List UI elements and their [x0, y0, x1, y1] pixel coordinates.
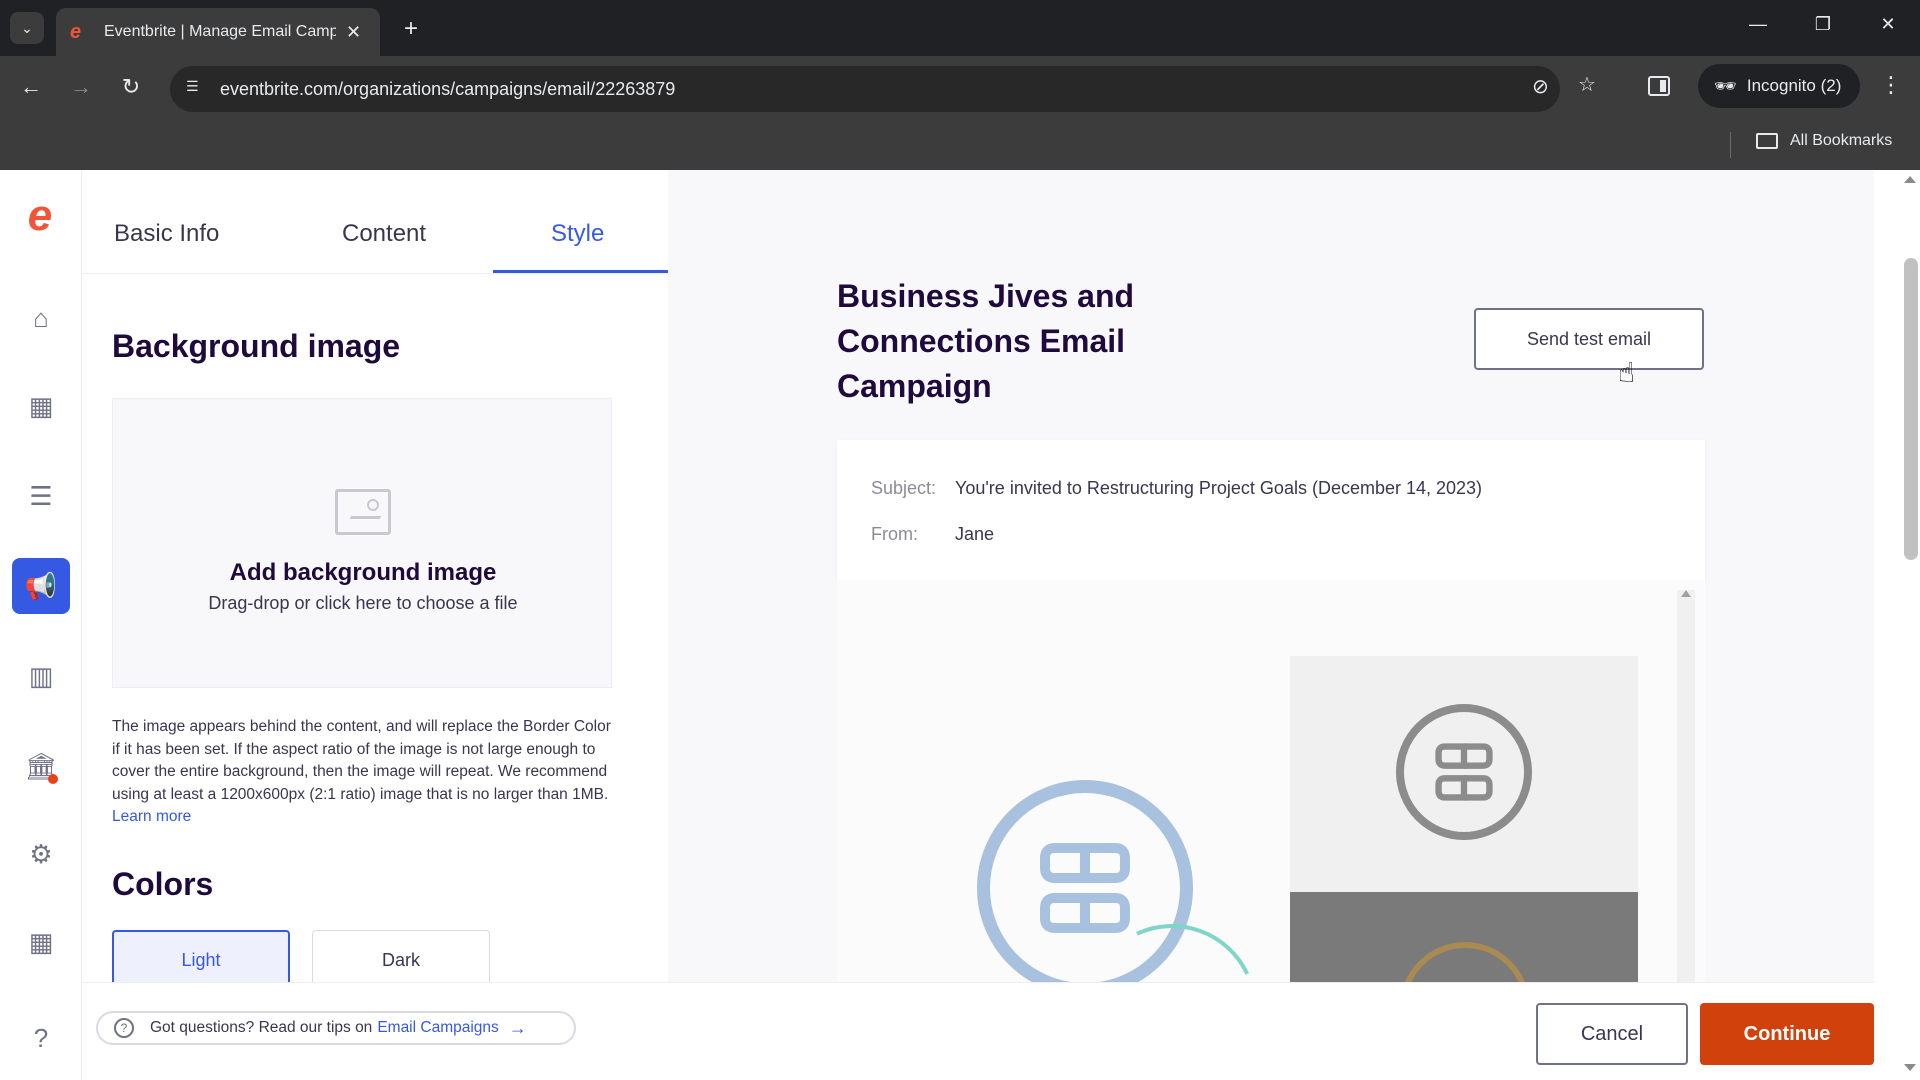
- folder-icon: [1756, 133, 1778, 149]
- window-close-icon[interactable]: ✕: [1873, 14, 1903, 35]
- tab-title: Eventbrite | Manage Email Campaigns: [104, 23, 336, 40]
- from-label: From:: [871, 524, 918, 544]
- subject-value: You're invited to Restructuring Project …: [955, 478, 1483, 498]
- color-light-button[interactable]: Light: [112, 930, 290, 982]
- from-value: Jane: [955, 524, 995, 544]
- site-info-icon[interactable]: ☰: [186, 78, 208, 100]
- background-image-heading: Background image: [112, 328, 401, 364]
- restore-icon[interactable]: ❐: [1808, 14, 1838, 35]
- style-panel: Basic Info Content Style Background imag…: [82, 170, 668, 982]
- close-icon[interactable]: ✕: [346, 22, 361, 43]
- bookmarks-bar: All Bookmarks: [0, 122, 1920, 170]
- tips-text: Got questions? Read our tips on: [150, 1019, 373, 1036]
- bookmarks-divider: [1730, 132, 1731, 158]
- colors-heading: Colors: [112, 866, 214, 902]
- home-icon[interactable]: ⌂: [12, 290, 70, 346]
- tab-content[interactable]: Content: [342, 220, 426, 248]
- incognito-label: Incognito (2): [1746, 76, 1842, 95]
- step-tabs: Basic Info Content Style: [82, 170, 668, 274]
- cancel-button[interactable]: Cancel: [1536, 1003, 1688, 1065]
- brand-logo-small: [1396, 704, 1532, 840]
- forward-icon[interactable]: →: [66, 74, 96, 100]
- dropzone-title: Add background image: [229, 559, 497, 586]
- continue-button[interactable]: Continue: [1700, 1003, 1874, 1065]
- learn-more-link[interactable]: Learn more: [112, 808, 191, 825]
- eventbrite-logo[interactable]: e: [20, 194, 60, 238]
- tab-list-icon[interactable]: ⌄: [10, 12, 44, 44]
- arrow-right-icon: →: [508, 1017, 527, 1038]
- reports-icon[interactable]: ▥: [12, 648, 70, 704]
- subject-label: Subject:: [871, 478, 937, 498]
- url-text[interactable]: eventbrite.com/organizations/campaigns/e…: [220, 79, 675, 100]
- active-tab-indicator: [493, 270, 668, 273]
- brand-card-light: [1290, 656, 1638, 892]
- action-footer: ? Got questions? Read our tips on Email …: [82, 982, 1874, 1080]
- brand-card-dark: [1290, 892, 1638, 982]
- more-icon[interactable]: ⋮: [1880, 72, 1902, 98]
- calendar-icon[interactable]: ▦: [12, 378, 70, 434]
- address-bar[interactable]: ☰ eventbrite.com/organizations/campaigns…: [170, 66, 1560, 112]
- email-header-card: Subject: You're invited to Restructuring…: [837, 440, 1705, 580]
- finance-icon[interactable]: 🏛: [12, 738, 70, 794]
- background-help-body: The image appears behind the content, an…: [112, 718, 611, 803]
- gold-logo-ring: [1400, 942, 1530, 982]
- reload-icon[interactable]: ↻: [116, 74, 146, 100]
- question-icon: ?: [114, 1018, 134, 1038]
- side-panel-icon[interactable]: [1648, 76, 1670, 96]
- eye-off-icon[interactable]: ⊘: [1532, 74, 1549, 99]
- minimize-icon[interactable]: —: [1743, 14, 1773, 35]
- send-test-email-button[interactable]: Send test email: [1474, 308, 1704, 370]
- left-nav: e ⌂ ▦ ☰ 📢 ▥ 🏛 ⚙ ▦ ?: [0, 170, 82, 1080]
- all-bookmarks-button[interactable]: All Bookmarks: [1756, 132, 1892, 150]
- apps-icon[interactable]: ▦: [12, 914, 70, 970]
- background-image-dropzone[interactable]: Add background image Drag-drop or click …: [112, 398, 612, 688]
- back-icon[interactable]: ←: [16, 74, 46, 100]
- image-placeholder-icon: [335, 489, 391, 535]
- email-campaigns-link[interactable]: Email Campaigns: [377, 1019, 498, 1037]
- browser-tab[interactable]: e Eventbrite | Manage Email Campaigns ✕: [56, 8, 380, 56]
- browser-toolbar: ← → ↻ ☰ eventbrite.com/organizations/cam…: [0, 56, 1920, 122]
- orders-icon[interactable]: ☰: [12, 468, 70, 524]
- page-scroll-thumb[interactable]: [1904, 258, 1918, 560]
- megaphone-icon[interactable]: 📢: [12, 558, 70, 614]
- incognito-icon: 🕶: [1714, 75, 1737, 96]
- scroll-down-icon[interactable]: [1904, 1064, 1916, 1071]
- email-preview-area: Business Jives and Connections Email Cam…: [668, 170, 1874, 982]
- email-preview-scrollbar[interactable]: [1677, 590, 1695, 982]
- email-body-preview[interactable]: [837, 580, 1705, 982]
- help-icon[interactable]: ?: [12, 1010, 70, 1066]
- settings-icon[interactable]: ⚙: [12, 826, 70, 882]
- logo-glyph-icon: [1040, 843, 1130, 933]
- scroll-up-icon[interactable]: [1904, 176, 1916, 183]
- tab-basic-info[interactable]: Basic Info: [114, 220, 219, 248]
- eventbrite-favicon: e: [70, 21, 82, 43]
- app-root: e ⌂ ▦ ☰ 📢 ▥ 🏛 ⚙ ▦ ? Basic Info Content S…: [0, 170, 1920, 1080]
- tab-style[interactable]: Style: [551, 220, 604, 248]
- background-help-text: The image appears behind the content, an…: [112, 716, 612, 829]
- tips-banner[interactable]: ? Got questions? Read our tips on Email …: [96, 1011, 576, 1045]
- dropzone-subtitle: Drag-drop or click here to choose a file: [208, 593, 518, 613]
- page-scrollbar[interactable]: [1874, 170, 1920, 1080]
- browser-tab-bar: ⌄ e Eventbrite | Manage Email Campaigns …: [0, 0, 1920, 56]
- star-icon[interactable]: ☆: [1578, 72, 1596, 97]
- pointer-cursor-icon: ☝: [1618, 357, 1636, 388]
- logo-glyph-small-icon: [1435, 743, 1493, 801]
- new-tab-icon[interactable]: +: [396, 14, 426, 44]
- campaign-title: Business Jives and Connections Email Cam…: [837, 278, 1135, 404]
- all-bookmarks-label: All Bookmarks: [1790, 132, 1893, 149]
- color-dark-button[interactable]: Dark: [312, 930, 490, 982]
- incognito-indicator[interactable]: 🕶 Incognito (2): [1698, 64, 1860, 108]
- notification-dot: [48, 774, 58, 784]
